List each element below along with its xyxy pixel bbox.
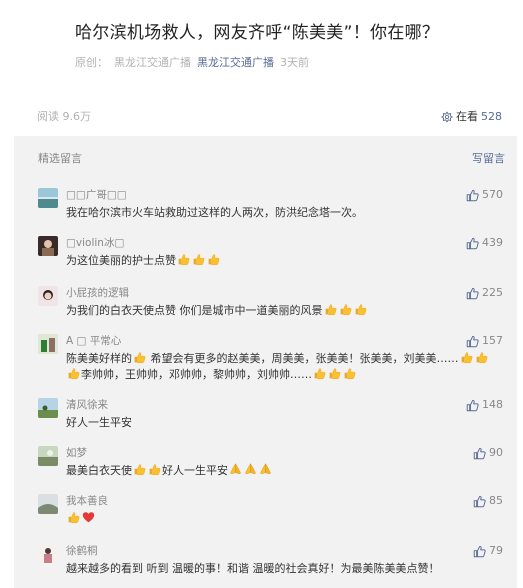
avatar[interactable] <box>38 236 58 256</box>
comment-text: 希望会有更多的赵美美，周美美，张美美！张美美，刘美美…… <box>147 352 459 365</box>
thumbs-up-emoji <box>67 367 80 380</box>
thumb-up-icon <box>473 545 486 558</box>
comment-nickname: A □ 平常心 <box>66 335 122 347</box>
thumbs-up-emoji <box>207 253 220 266</box>
comment-nickname: □violin冰□ <box>66 237 125 249</box>
thumb-up-icon <box>466 237 479 250</box>
avatar[interactable] <box>38 188 58 208</box>
comment-text: 李帅帅，王帅帅，邓帅帅，黎帅帅，刘帅帅…… <box>81 368 312 381</box>
comment-text: 我在哈尔滨市火车站救助过这样的人两次，防洪纪念塔一次。 <box>66 206 363 219</box>
comment-text: 为这位美丽的护士点赞 <box>66 254 176 267</box>
comments-header: 精选留言 写留言 <box>14 136 517 180</box>
comment-text-block: 陈美美好样的 希望会有更多的赵美美，周美美，张美美！张美美，刘美美…… 李帅帅，王… <box>66 351 503 383</box>
like-button[interactable]: 148 <box>466 398 503 412</box>
pray-emoji <box>229 463 242 476</box>
comment-nickname: 我本善良 <box>66 495 108 507</box>
thumbs-up-emoji <box>324 303 337 316</box>
thumbs-up-emoji <box>133 351 146 364</box>
like-count: 439 <box>482 236 503 249</box>
comment-text: 好人一生平安 <box>66 416 132 429</box>
like-button[interactable]: 90 <box>473 446 503 460</box>
thumbs-up-emoji <box>192 253 205 266</box>
account-link[interactable]: 黑龙江交通广播 <box>197 55 274 71</box>
thumb-up-icon <box>473 447 486 460</box>
comment-text-line: 为我们的白衣天使点赞 你们是城市中一道美丽的风景 <box>66 303 503 319</box>
write-comment-button[interactable]: 写留言 <box>472 150 505 166</box>
like-button[interactable]: 85 <box>473 494 503 508</box>
avatar[interactable] <box>38 334 58 354</box>
like-button[interactable]: 439 <box>466 236 503 250</box>
thumbs-up-emoji <box>133 463 146 476</box>
comment-text: 好人一生平安 <box>162 464 228 477</box>
thumbs-up-emoji <box>67 511 80 524</box>
thumbs-up-emoji <box>460 351 473 364</box>
comment-text: 最美白衣天使 <box>66 464 132 477</box>
pray-emoji <box>244 463 257 476</box>
article-stats: 阅读 9.6万 在看 528 <box>37 108 502 126</box>
avatar[interactable] <box>38 286 58 306</box>
thumbs-up-emoji <box>177 253 190 266</box>
like-count: 79 <box>489 544 503 557</box>
thumbs-up-emoji <box>313 367 326 380</box>
avatar[interactable] <box>38 544 58 564</box>
thumb-up-icon <box>466 287 479 300</box>
like-count: 570 <box>482 188 503 201</box>
pray-emoji <box>259 463 272 476</box>
article-title: 哈尔滨机场救人，网友齐呼“陈美美”！你在哪？ <box>75 23 440 43</box>
author-name: 黑龙江交通广播 <box>114 56 191 69</box>
like-button[interactable]: 570 <box>466 188 503 202</box>
look-count: 528 <box>481 110 502 123</box>
look-button[interactable]: 在看 528 <box>441 108 502 126</box>
like-count: 157 <box>482 334 503 347</box>
comment-nickname: 清风徐来 <box>66 399 108 411</box>
thumbs-up-emoji <box>148 463 161 476</box>
heart-emoji <box>82 511 95 524</box>
avatar[interactable] <box>38 494 58 514</box>
avatar[interactable] <box>38 398 58 418</box>
comment-text-line <box>66 511 503 527</box>
thumb-up-icon <box>466 399 479 412</box>
comments-title: 精选留言 <box>38 152 82 165</box>
thumb-up-icon <box>466 335 479 348</box>
like-count: 225 <box>482 286 503 299</box>
comments-panel: 精选留言 写留言 □□广哥□□ 我在哈尔滨市火车站救助过这样的人两次，防洪纪念塔… <box>14 136 517 588</box>
publish-time: 3天前 <box>280 56 309 69</box>
like-button[interactable]: 225 <box>466 286 503 300</box>
read-count: 阅读 9.6万 <box>37 110 91 123</box>
like-count: 148 <box>482 398 503 411</box>
comment-nickname: 如梦 <box>66 447 87 459</box>
like-button[interactable]: 157 <box>466 334 503 348</box>
comment-text: 为我们的白衣天使点赞 你们是城市中一道美丽的风景 <box>66 304 323 317</box>
comment-nickname: 徐鹤桐 <box>66 545 98 557</box>
comment-text: 陈美美好样的 <box>66 352 132 365</box>
thumb-up-icon <box>466 189 479 202</box>
comment-nickname: □□广哥□□ <box>66 189 127 201</box>
thumbs-up-emoji <box>475 351 488 364</box>
comment-nickname: 小屁孩的逻辑 <box>66 287 129 299</box>
avatar[interactable] <box>38 446 58 466</box>
like-button[interactable]: 79 <box>473 544 503 558</box>
thumbs-up-emoji <box>328 367 341 380</box>
look-label: 在看 <box>456 110 478 123</box>
article-meta: 原创： 黑龙江交通广播 黑龙江交通广播 3天前 <box>75 55 523 71</box>
thumbs-up-emoji <box>339 303 352 316</box>
origin-label: 原创： <box>75 56 108 69</box>
thumbs-up-emoji <box>354 303 367 316</box>
thumbs-up-emoji <box>343 367 356 380</box>
like-count: 90 <box>489 446 503 459</box>
like-count: 85 <box>489 494 503 507</box>
comment-text: 越来越多的看到 听到 温暖的事！和谐 温暖的社会真好！为最美陈美美点赞！ <box>66 562 440 575</box>
look-icon <box>441 111 453 123</box>
comment-text-line: 为这位美丽的护士点赞 <box>66 253 503 269</box>
comment-text-line: 最美白衣天使 好人一生平安 <box>66 463 503 479</box>
thumb-up-icon <box>473 495 486 508</box>
